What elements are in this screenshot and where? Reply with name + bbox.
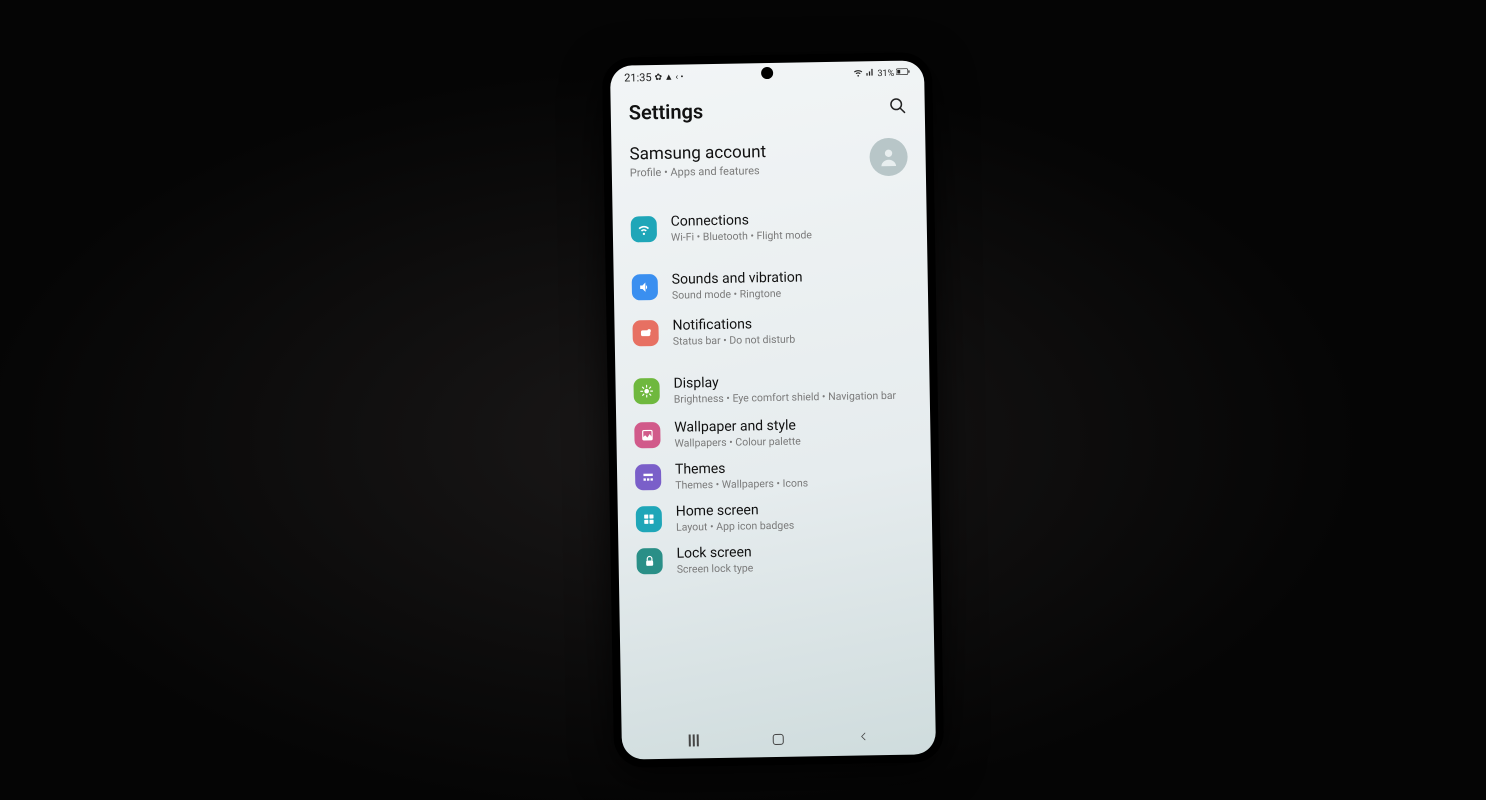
nav-back-button[interactable] (858, 728, 868, 747)
status-icons-left: ✿ ▲ ‹ • (654, 72, 683, 84)
themes-icon (635, 464, 661, 490)
item-subtitle: Layout • App icon badges (676, 517, 914, 534)
display-icon (633, 378, 659, 404)
home-icon (636, 506, 662, 532)
phone-screen: 21:35 ✿ ▲ ‹ • 31% Settings (610, 60, 936, 759)
item-subtitle: Screen lock type (677, 559, 915, 576)
item-subtitle: Wallpapers • Colour palette (674, 433, 912, 450)
signal-icon (865, 67, 875, 80)
lock-icon (636, 548, 662, 574)
wifi-icon (853, 67, 863, 80)
nav-home-button[interactable] (773, 733, 784, 744)
item-subtitle: Sound mode • Ringtone (672, 285, 910, 302)
header: Settings (610, 81, 925, 134)
settings-item-sounds[interactable]: Sounds and vibration Sound mode • Ringto… (613, 259, 928, 310)
settings-item-notifications[interactable]: Notifications Status bar • Do not distur… (614, 305, 929, 356)
battery-percent: 31% (877, 68, 894, 78)
item-subtitle: Status bar • Do not disturb (673, 331, 911, 348)
phone-frame: 21:35 ✿ ▲ ‹ • 31% Settings (602, 52, 944, 768)
settings-item-connections[interactable]: Connections Wi-Fi • Bluetooth • Flight m… (612, 201, 927, 252)
status-time: 21:35 (624, 71, 652, 84)
battery-icon (896, 68, 910, 79)
avatar-icon (869, 138, 908, 177)
nav-recents-button[interactable] (689, 734, 699, 746)
account-subtitle: Profile • Apps and features (630, 164, 767, 179)
item-subtitle: Themes • Wallpapers • Icons (675, 475, 913, 492)
settings-item-lock-screen[interactable]: Lock screen Screen lock type (618, 535, 933, 582)
sound-icon (632, 274, 658, 300)
settings-item-display[interactable]: Display Brightness • Eye comfort shield … (615, 363, 930, 414)
settings-item-themes[interactable]: Themes Themes • Wallpapers • Icons (617, 451, 932, 498)
notification-icon (632, 320, 658, 346)
wallpaper-icon (634, 422, 660, 448)
item-subtitle: Wi-Fi • Bluetooth • Flight mode (671, 227, 909, 244)
account-row[interactable]: Samsung account Profile • Apps and featu… (611, 129, 926, 194)
page-title: Settings (629, 99, 704, 124)
item-subtitle: Brightness • Eye comfort shield • Naviga… (674, 389, 912, 406)
navigation-bar (621, 718, 936, 759)
account-title: Samsung account (629, 142, 766, 164)
settings-item-home-screen[interactable]: Home screen Layout • App icon badges (618, 493, 933, 540)
search-button[interactable] (889, 97, 907, 119)
settings-item-wallpaper[interactable]: Wallpaper and style Wallpapers • Colour … (616, 409, 931, 456)
wifi-icon (631, 216, 657, 242)
